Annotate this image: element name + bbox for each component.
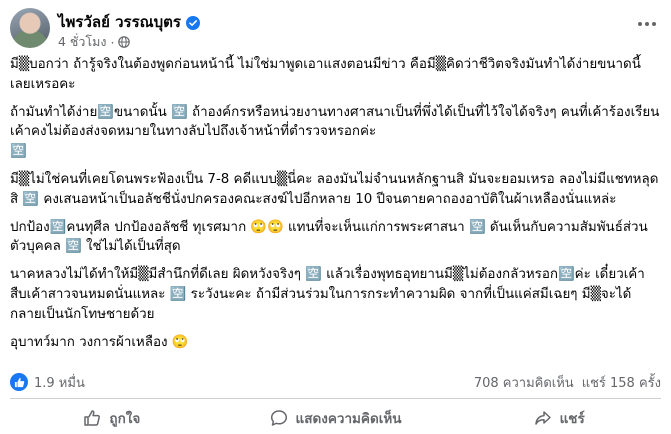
- action-bar: ถูกใจ แสดงความคิดเห็น แชร์: [0, 402, 671, 434]
- like-button[interactable]: ถูกใจ: [0, 402, 224, 434]
- comment-icon: [270, 410, 287, 426]
- post-timestamp[interactable]: 4 ชั่วโมง: [58, 32, 107, 52]
- separator-dot: ·: [110, 34, 115, 50]
- author-row: ไพรวัลย์ วรรณบุตร: [58, 10, 200, 34]
- comment-button[interactable]: แสดงความคิดเห็น: [224, 402, 448, 434]
- divider: [10, 398, 661, 399]
- avatar[interactable]: [10, 8, 50, 48]
- post-paragraph: อุบาทว์มาก วงการผ้าเหลือง 🙄: [10, 334, 189, 350]
- facebook-post: ไพรวัลย์ วรรณบุตร 4 ชั่วโมง · มี▒บอกว่า …: [0, 0, 671, 434]
- globe-icon[interactable]: [118, 36, 131, 48]
- post-paragraph: ปกป้อง🈳คนทุศีล ปกป้องอลัชชี ทุเรศมาก 🙄🙄 …: [10, 219, 648, 255]
- comment-label: แสดงความคิดเห็น: [295, 411, 402, 427]
- more-dot-icon: [652, 22, 656, 26]
- post-paragraph: ถ้ามันทำได้ง่าย🈳ขนาดนั้น 🈳 ถ้าองค์กรหรือ…: [10, 104, 660, 160]
- like-label: ถูกใจ: [109, 411, 141, 427]
- more-options-button[interactable]: [633, 14, 661, 34]
- post-header: ไพรวัลย์ วรรณบุตร 4 ชั่วโมง ·: [10, 8, 661, 52]
- stats-right: 708 ความคิดเห็น แชร์ 158 ครั้ง: [474, 372, 661, 393]
- post-meta: 4 ชั่วโมง ·: [58, 32, 131, 52]
- share-button[interactable]: แชร์: [447, 402, 671, 434]
- post-paragraph: นาคหลวงไม่ได้ทำให้มี▒มีสำนึกที่ดีเลย ผิด…: [10, 267, 645, 322]
- more-dot-icon: [645, 22, 649, 26]
- engagement-stats: 1.9 หมื่น 708 ความคิดเห็น แชร์ 158 ครั้ง: [10, 372, 661, 392]
- more-dot-icon: [638, 22, 642, 26]
- post-content: มี▒บอกว่า ถ้ารู้จริงในต้องพูดก่อนหน้านี้…: [10, 55, 660, 360]
- like-reaction-icon[interactable]: [10, 373, 28, 391]
- reaction-count[interactable]: 1.9 หมื่น: [34, 372, 85, 393]
- author-name[interactable]: ไพรวัลย์ วรรณบุตร: [58, 10, 181, 34]
- share-icon: [534, 411, 551, 425]
- share-count[interactable]: แชร์ 158 ครั้ง: [582, 372, 661, 393]
- verified-badge-icon: [185, 15, 200, 30]
- post-paragraph: มี▒บอกว่า ถ้ารู้จริงในต้องพูดก่อนหน้านี้…: [10, 57, 641, 92]
- post-paragraph: มี▒ไม่ใช่คนที่เคยโดนพระฟ้องเป็น 7-8 คดีแ…: [10, 171, 659, 207]
- thumbs-up-icon: [84, 410, 101, 426]
- share-label: แชร์: [559, 411, 585, 427]
- comment-count[interactable]: 708 ความคิดเห็น: [474, 372, 574, 393]
